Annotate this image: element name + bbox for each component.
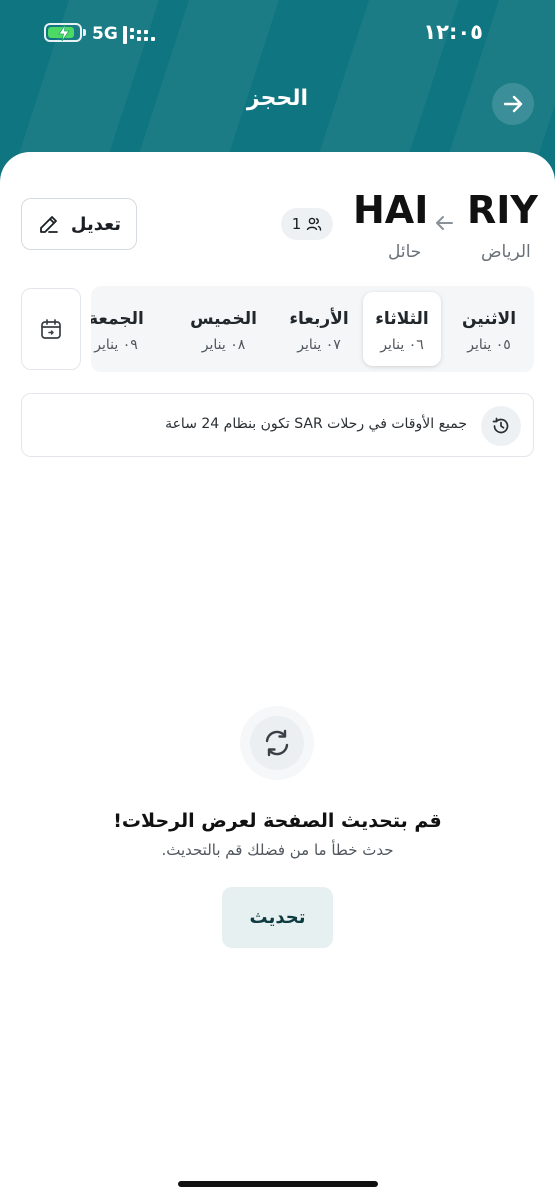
back-button[interactable]: [492, 83, 534, 125]
date-date-label: ٠٨ يناير: [201, 337, 246, 353]
refresh-icon: [265, 729, 289, 757]
time-format-text: جميع الأوقات في رحلات SAR تكون بنظام 24 …: [165, 416, 467, 432]
date-selector: الجمعة ٠٩ يناير الخميس ٠٨ يناير الأربعاء…: [91, 286, 534, 372]
edit-label: تعديل: [70, 213, 122, 235]
clock-icon-wrapper: [481, 406, 521, 446]
clock-history-icon: [492, 417, 509, 434]
calendar-icon: [41, 319, 61, 339]
home-indicator[interactable]: [178, 1181, 378, 1187]
time-format-note: جميع الأوقات في رحلات SAR تكون بنظام 24 …: [21, 393, 534, 457]
date-tab-thursday[interactable]: الخميس ٠٨ يناير: [176, 292, 271, 366]
date-date-label: ٠٩ يناير: [94, 337, 138, 353]
charging-bolt-icon: [58, 24, 70, 42]
date-day-label: الخميس: [190, 309, 257, 329]
date-date-label: ٠٦ يناير: [380, 337, 424, 353]
refresh-button[interactable]: تحديث: [222, 887, 333, 948]
network-label: 5G: [92, 24, 118, 44]
date-tab-wednesday[interactable]: الأربعاء ٠٧ يناير: [274, 292, 364, 366]
date-day-label: الجمعة: [91, 309, 144, 329]
passenger-count-badge: 1: [281, 208, 333, 240]
destination-code: HAI: [353, 188, 429, 232]
date-tab-friday[interactable]: الجمعة ٠٩ يناير: [91, 292, 157, 366]
date-day-label: الثلاثاء: [375, 309, 429, 329]
date-tab-monday[interactable]: الاثنين ٠٥ يناير: [449, 292, 529, 366]
arrow-right-icon: [503, 95, 523, 113]
users-icon: [307, 217, 322, 231]
pencil-icon: [40, 216, 58, 233]
date-date-label: ٠٧ يناير: [297, 337, 341, 353]
status-bar: 5G ١٢:٠٥: [0, 0, 555, 64]
origin-city: الرياض: [481, 242, 531, 262]
signal-icon: [123, 26, 157, 44]
edit-button[interactable]: تعديل: [21, 198, 137, 250]
passenger-count: 1: [291, 215, 302, 233]
date-tab-tuesday[interactable]: الثلاثاء ٠٦ يناير: [363, 292, 441, 366]
error-subtitle: حدث خطأ ما من فضلك قم بالتحديث.: [161, 841, 394, 859]
date-date-label: ٠٥ يناير: [467, 337, 511, 353]
calendar-button[interactable]: [21, 288, 81, 370]
battery-nub: [83, 29, 86, 36]
error-title: قم بتحديث الصفحة لعرض الرحلات!: [113, 810, 442, 832]
refresh-illustration: [250, 716, 304, 770]
status-time: ١٢:٠٥: [423, 20, 483, 44]
arrow-left-icon: [436, 216, 453, 230]
destination-city: حائل: [388, 242, 422, 262]
origin-code: RIY: [467, 188, 538, 232]
date-day-label: الأربعاء: [289, 309, 349, 329]
page-title: الحجز: [246, 86, 309, 111]
date-day-label: الاثنين: [461, 309, 517, 329]
battery-icon: [44, 23, 86, 42]
